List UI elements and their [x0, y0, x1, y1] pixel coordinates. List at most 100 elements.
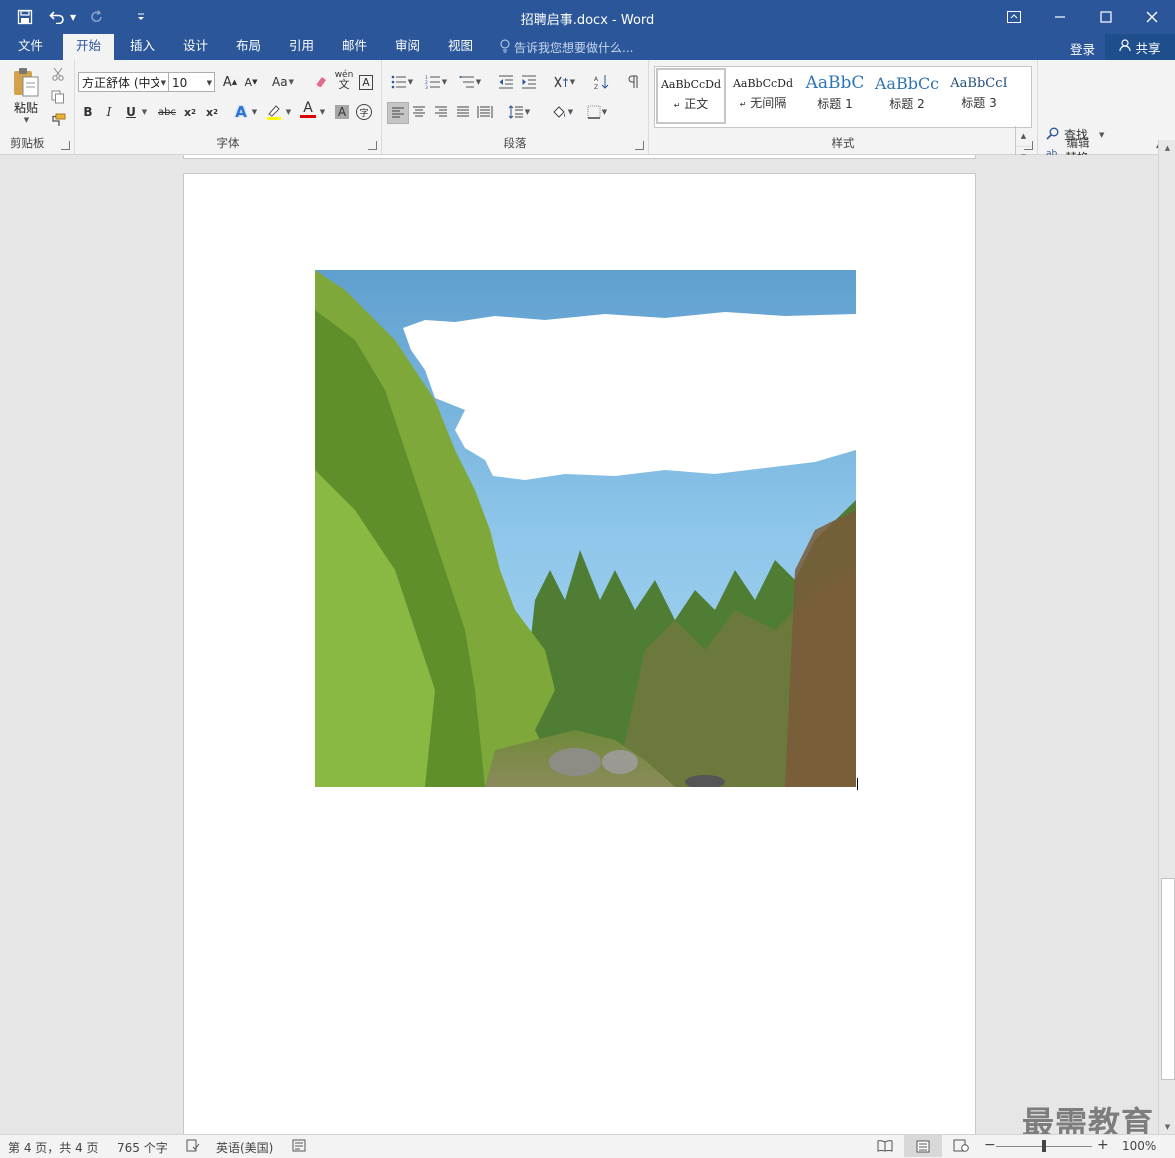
tell-me-text: 告诉我您想要做什么... [514, 41, 634, 55]
style-normal[interactable]: AaBbCcDd ↵ 正文 [656, 68, 726, 124]
document-page[interactable] [183, 173, 976, 1134]
line-spacing-icon[interactable]: ▼ [504, 102, 534, 122]
login-link[interactable]: 登录 [1070, 39, 1095, 58]
style-heading-3-name: 标题 3 [961, 96, 997, 110]
window-controls [991, 0, 1175, 34]
multilevel-list-icon[interactable]: ▼ [455, 72, 485, 92]
chinese-layout-icon[interactable]: ▼ [550, 72, 578, 92]
styles-scroll-up-icon[interactable]: ▲ [1016, 126, 1031, 147]
underline-dropdown-icon[interactable]: ▼ [139, 102, 149, 122]
shading-icon[interactable]: ▼ [547, 102, 577, 122]
scroll-down-icon[interactable]: ▼ [1159, 1119, 1175, 1134]
enclose-characters-icon[interactable]: 字 [354, 102, 374, 122]
svg-text:A: A [594, 76, 599, 83]
text-effects-dropdown-icon[interactable]: ▼ [249, 102, 259, 122]
style-heading-1[interactable]: AaBbC 标题 1 [800, 69, 870, 123]
highlight-dropdown-icon[interactable]: ▼ [283, 102, 293, 122]
distributed-icon[interactable] [475, 102, 495, 122]
tab-design[interactable]: 设计 [170, 34, 221, 60]
close-icon[interactable] [1129, 0, 1175, 34]
grow-font-icon[interactable]: A ▲ [220, 72, 240, 92]
zoom-in-icon[interactable]: + [1097, 1137, 1109, 1153]
justify-icon[interactable] [453, 102, 473, 122]
character-border-icon[interactable]: A [356, 72, 376, 92]
tab-layout[interactable]: 布局 [223, 34, 274, 60]
font-launcher-icon[interactable] [368, 141, 377, 150]
tell-me-search[interactable]: 告诉我您想要做什么... [500, 39, 633, 56]
scroll-up-icon[interactable]: ▲ [1159, 140, 1175, 155]
document-area[interactable] [0, 155, 1158, 1134]
tab-insert[interactable]: 插入 [117, 34, 168, 60]
cut-icon[interactable] [48, 64, 68, 84]
align-center-icon[interactable] [409, 102, 429, 122]
tab-review[interactable]: 审阅 [382, 34, 433, 60]
read-mode-icon[interactable] [877, 1139, 893, 1155]
font-color-icon[interactable]: A [298, 100, 318, 120]
copy-icon[interactable] [48, 87, 68, 107]
bullets-icon[interactable]: ▼ [387, 72, 417, 92]
print-layout-icon[interactable] [904, 1135, 942, 1157]
font-name-combo[interactable]: 方正舒体 (中文 ▼ [78, 72, 169, 92]
zoom-out-icon[interactable]: − [984, 1137, 996, 1153]
increase-indent-icon[interactable] [519, 72, 539, 92]
ribbon-display-options-icon[interactable] [991, 0, 1037, 34]
font-size-dropdown-icon[interactable]: ▼ [207, 73, 212, 91]
paste-button[interactable]: 粘贴 ▼ [10, 66, 42, 128]
proofing-icon[interactable] [186, 1139, 200, 1155]
shrink-font-icon[interactable]: A ▼ [241, 72, 261, 92]
align-left-icon[interactable] [387, 102, 409, 124]
italic-icon[interactable]: I [99, 102, 119, 122]
tab-home[interactable]: 开始 [63, 34, 115, 60]
show-marks-icon[interactable] [623, 72, 643, 92]
tab-references[interactable]: 引用 [276, 34, 327, 60]
scroll-thumb[interactable] [1161, 878, 1175, 1080]
font-size-value: 10 [172, 76, 188, 90]
zoom-level[interactable]: 100% [1122, 1139, 1156, 1153]
tab-view[interactable]: 视图 [435, 34, 486, 60]
superscript-icon[interactable]: x2 [202, 102, 222, 122]
clipboard-group: 粘贴 ▼ 剪贴板 [0, 60, 75, 154]
format-painter-icon[interactable] [48, 110, 68, 130]
zoom-slider-thumb[interactable] [1042, 1140, 1046, 1152]
character-shading-icon[interactable]: A [332, 102, 352, 122]
style-heading-3[interactable]: AaBbCcI 标题 3 [944, 69, 1014, 123]
minimize-icon[interactable] [1037, 0, 1083, 34]
word-count[interactable]: 765 个字 [117, 1139, 168, 1156]
borders-icon[interactable]: ▼ [582, 102, 612, 122]
font-name-dropdown-icon[interactable]: ▼ [158, 73, 166, 91]
language-indicator[interactable]: 英语(美国) [216, 1139, 273, 1156]
style-heading-2[interactable]: AaBbCc 标题 2 [872, 69, 942, 123]
sort-icon[interactable]: AZ [592, 72, 612, 92]
align-right-icon[interactable] [431, 102, 451, 122]
decrease-indent-icon[interactable] [496, 72, 516, 92]
font-size-combo[interactable]: 10 ▼ [168, 72, 215, 92]
numbering-icon[interactable]: 1 2 3 ▼ [421, 72, 451, 92]
text-effects-icon[interactable]: A [231, 102, 251, 122]
share-button[interactable]: 共享 [1105, 34, 1175, 60]
vertical-scrollbar[interactable]: ▲ ▼ [1158, 140, 1175, 1134]
clear-formatting-icon[interactable] [311, 72, 331, 92]
style-no-spacing[interactable]: AaBbCcDd ↵ 无间隔 [728, 69, 798, 123]
web-layout-icon[interactable] [953, 1139, 969, 1155]
tab-mailings[interactable]: 邮件 [329, 34, 380, 60]
find-button[interactable]: 查找 ▼ [1046, 126, 1104, 143]
highlight-color-icon[interactable] [264, 102, 284, 122]
macro-recording-icon[interactable] [292, 1139, 306, 1155]
styles-label: 样式 [831, 136, 855, 150]
page-count[interactable]: 第 4 页，共 4 页 [8, 1139, 99, 1156]
underline-icon[interactable]: U [121, 102, 141, 122]
paste-label: 粘贴 [13, 101, 38, 115]
tab-file[interactable]: 文件 [5, 34, 56, 60]
style-no-spacing-name: 无间隔 [750, 96, 787, 110]
clipboard-launcher-icon[interactable] [61, 141, 70, 150]
paragraph-launcher-icon[interactable] [635, 141, 644, 150]
inserted-picture[interactable] [315, 270, 856, 789]
subscript-icon[interactable]: x2 [180, 102, 200, 122]
phonetic-guide-icon[interactable]: wén 文 [334, 70, 354, 91]
bold-icon[interactable]: B [78, 102, 98, 122]
change-case-button[interactable]: Aa ▼ [269, 72, 297, 92]
strikethrough-icon[interactable]: abc [155, 102, 179, 122]
share-label: 共享 [1135, 40, 1161, 56]
font-color-dropdown-icon[interactable]: ▼ [317, 102, 327, 122]
maximize-icon[interactable] [1083, 0, 1129, 34]
